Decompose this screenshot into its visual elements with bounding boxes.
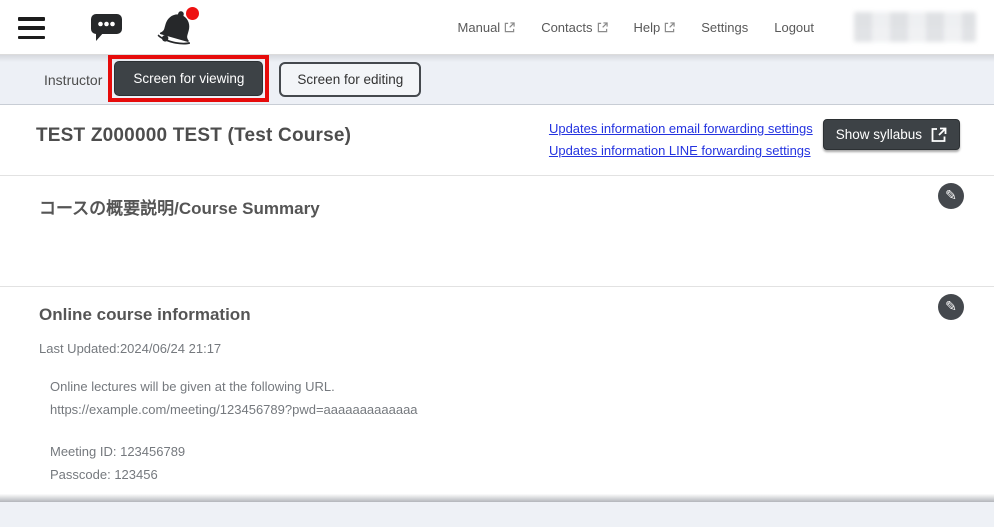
edit-online-info-button[interactable]: ✎ bbox=[938, 294, 964, 320]
course-title: TEST Z000000 TEST (Test Course) bbox=[36, 119, 549, 147]
external-link-icon bbox=[504, 22, 515, 33]
passcode: Passcode: 123456 bbox=[50, 466, 964, 485]
screen-for-viewing-button[interactable]: Screen for viewing bbox=[114, 61, 263, 96]
nav-settings[interactable]: Settings bbox=[701, 20, 748, 35]
nav-logout[interactable]: Logout bbox=[774, 20, 814, 35]
forwarding-links: Updates information email forwarding set… bbox=[549, 119, 813, 158]
redacted-username bbox=[854, 12, 976, 42]
hamburger-menu-icon[interactable] bbox=[18, 17, 45, 39]
online-course-section: Online course information ✎ Last Updated… bbox=[0, 287, 994, 484]
course-summary-heading: コースの概要説明/Course Summary bbox=[39, 192, 964, 219]
screen-for-editing-button[interactable]: Screen for editing bbox=[279, 62, 421, 97]
nav-manual[interactable]: Manual bbox=[458, 20, 516, 35]
email-forwarding-settings-link[interactable]: Updates information email forwarding set… bbox=[549, 121, 813, 136]
last-updated-text: Last Updated:2024/06/24 21:17 bbox=[39, 341, 964, 356]
chat-icon[interactable] bbox=[89, 11, 125, 43]
pencil-icon: ✎ bbox=[945, 188, 957, 202]
external-link-icon bbox=[931, 127, 947, 143]
external-link-icon bbox=[664, 22, 675, 33]
show-syllabus-button[interactable]: Show syllabus bbox=[823, 119, 960, 150]
notification-bell-icon[interactable] bbox=[155, 6, 201, 48]
online-course-heading: Online course information bbox=[39, 303, 964, 325]
role-label: Instructor bbox=[44, 72, 102, 88]
pencil-icon: ✎ bbox=[945, 299, 957, 313]
header-nav: Manual Contacts Help Se bbox=[458, 12, 976, 42]
view-mode-tabstrip: Instructor Screen for viewing Screen for… bbox=[0, 55, 994, 105]
course-header-row: TEST Z000000 TEST (Test Course) Updates … bbox=[0, 105, 994, 176]
nav-help[interactable]: Help bbox=[634, 20, 676, 35]
edit-summary-button[interactable]: ✎ bbox=[938, 183, 964, 209]
online-course-body: Online lectures will be given at the fol… bbox=[50, 378, 964, 484]
meeting-url: https://example.com/meeting/123456789?pw… bbox=[50, 401, 964, 420]
meeting-id: Meeting ID: 123456789 bbox=[50, 443, 964, 462]
line-forwarding-settings-link[interactable]: Updates information LINE forwarding sett… bbox=[549, 143, 813, 158]
lecture-url-intro: Online lectures will be given at the fol… bbox=[50, 378, 964, 397]
notification-dot bbox=[186, 7, 199, 20]
footer-shadow bbox=[0, 494, 994, 502]
course-summary-section: コースの概要説明/Course Summary ✎ bbox=[0, 176, 994, 287]
page-footer bbox=[0, 502, 994, 527]
nav-contacts[interactable]: Contacts bbox=[541, 20, 607, 35]
external-link-icon bbox=[597, 22, 608, 33]
red-highlight-box: Screen for viewing bbox=[108, 55, 269, 102]
top-header: Manual Contacts Help Se bbox=[0, 0, 994, 55]
